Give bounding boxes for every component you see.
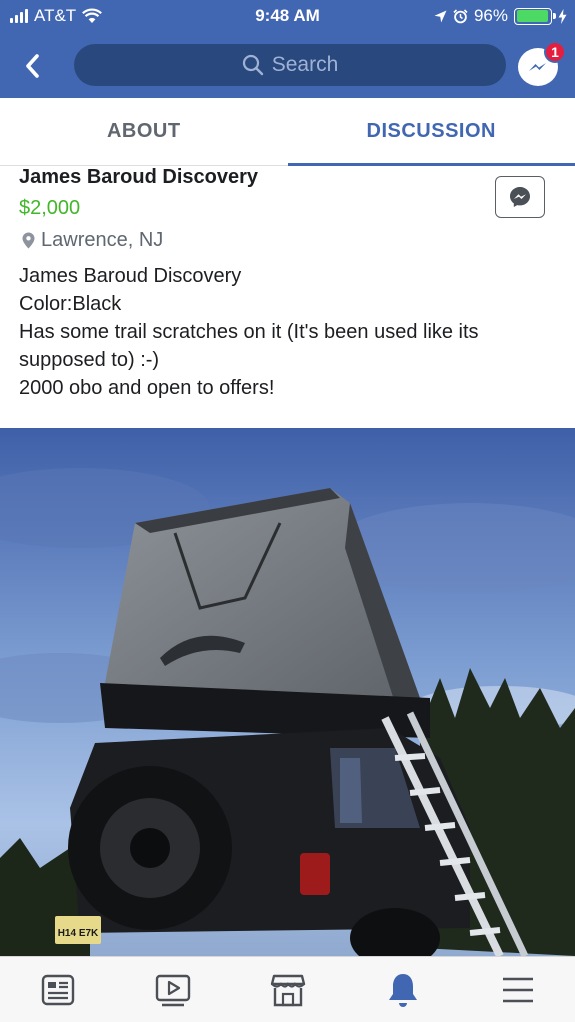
charging-bolt-icon	[558, 8, 567, 24]
tab-discussion[interactable]: DISCUSSION	[287, 98, 575, 166]
app-header: AT&T 9:48 AM 96% Search 1	[0, 0, 575, 98]
description-line: Color:Black	[19, 293, 122, 315]
marketplace-icon	[270, 974, 305, 1006]
nav-menu[interactable]	[460, 957, 575, 1022]
news-feed-icon	[41, 974, 74, 1005]
listing-photo[interactable]: H14 E7K	[0, 428, 575, 956]
nav-notifications[interactable]	[345, 957, 460, 1022]
status-right: 96%	[434, 6, 567, 26]
nav-watch[interactable]	[115, 957, 230, 1022]
bottom-navigation	[0, 956, 575, 1022]
battery-percent: 96%	[473, 6, 508, 25]
search-icon	[242, 54, 263, 76]
menu-icon	[502, 977, 533, 1002]
alarm-icon	[453, 8, 468, 23]
messenger-outline-icon	[510, 187, 530, 207]
tab-about[interactable]: ABOUT	[0, 98, 288, 165]
messenger-button[interactable]: 1	[516, 41, 566, 88]
chevron-left-icon	[26, 54, 39, 78]
nav-news-feed[interactable]	[0, 957, 115, 1022]
location-arrow-icon	[434, 10, 447, 22]
listing-location: Lawrence, NJ	[22, 229, 163, 252]
watch-video-icon	[155, 974, 190, 1006]
jeep-rooftop-tent-image: H14 E7K	[0, 428, 575, 956]
tab-bar: ABOUT DISCUSSION	[0, 98, 575, 166]
location-label: Lawrence, NJ	[41, 229, 164, 251]
description-line: 2000 obo and open to offers!	[19, 377, 275, 399]
messenger-badge: 1	[544, 41, 566, 63]
notifications-bell-icon	[388, 973, 417, 1007]
message-seller-button[interactable]	[495, 176, 545, 218]
listing-title: James Baroud Discovery	[19, 166, 259, 188]
listing-post: James Baroud Discovery $2,000 Lawrence, …	[0, 166, 575, 428]
listing-description: James Baroud Discovery Color:Black Has s…	[19, 262, 559, 402]
back-button[interactable]	[12, 46, 52, 86]
status-bar: AT&T 9:48 AM 96%	[0, 0, 575, 32]
listing-price: $2,000	[19, 197, 81, 219]
license-plate-text: H14 E7K	[58, 928, 99, 939]
nav-marketplace[interactable]	[230, 957, 345, 1022]
description-line: Has some trail scratches on it (It's bee…	[19, 321, 479, 371]
description-line: James Baroud Discovery	[19, 265, 242, 287]
location-pin-icon	[22, 232, 35, 249]
search-placeholder: Search	[271, 53, 339, 76]
battery-icon	[514, 7, 556, 25]
search-input[interactable]: Search	[74, 44, 506, 86]
